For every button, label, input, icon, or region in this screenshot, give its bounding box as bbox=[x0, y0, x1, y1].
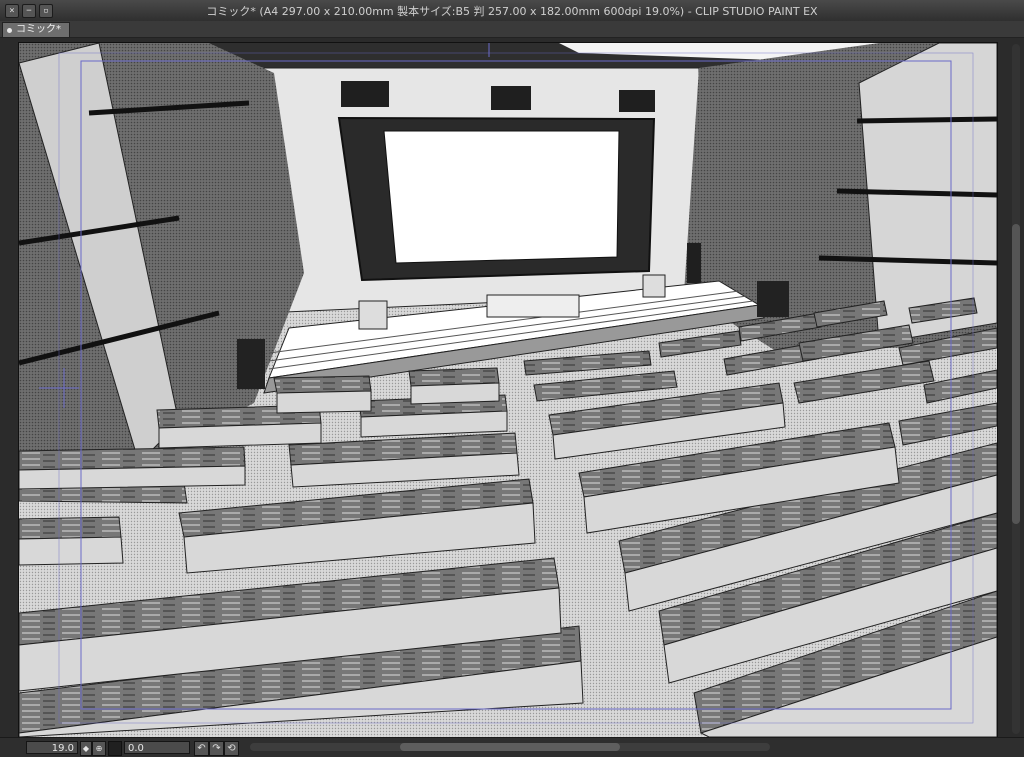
rotate-left-icon[interactable]: ↶ bbox=[194, 741, 209, 756]
title-bar: × − ▫ コミック* (A4 297.00 x 210.00mm 製本サイズ:… bbox=[0, 0, 1024, 22]
tab-label: コミック* bbox=[16, 24, 61, 35]
unsaved-dot-icon bbox=[7, 27, 12, 33]
horizontal-scroll-thumb[interactable] bbox=[400, 743, 620, 751]
horizontal-scrollbar[interactable] bbox=[250, 743, 770, 751]
rotation-angle-field[interactable]: 0.0 bbox=[124, 741, 190, 754]
zoom-field[interactable]: 19.0 bbox=[26, 741, 78, 754]
fit-canvas-icon[interactable] bbox=[108, 741, 122, 756]
canvas[interactable] bbox=[18, 42, 998, 738]
window-title: コミック* (A4 297.00 x 210.00mm 製本サイズ:B5 判 2… bbox=[206, 5, 818, 18]
zoom-stepper[interactable]: ◆ bbox=[80, 741, 92, 756]
status-bar: 19.0 ◆ ⊕ 0.0 ↶ ↷ ⟲ bbox=[0, 737, 1024, 757]
zoom-toggle-icon[interactable]: ⊕ bbox=[92, 741, 106, 756]
tab-comic[interactable]: コミック* bbox=[2, 22, 70, 37]
reset-rotation-icon[interactable]: ⟲ bbox=[224, 741, 239, 756]
rotate-right-icon[interactable]: ↷ bbox=[209, 741, 224, 756]
document-tab-bar: コミック* bbox=[0, 21, 1024, 38]
auditorium-illustration bbox=[19, 43, 997, 737]
vertical-scrollbar[interactable] bbox=[1012, 44, 1020, 734]
vertical-scroll-thumb[interactable] bbox=[1012, 224, 1020, 524]
